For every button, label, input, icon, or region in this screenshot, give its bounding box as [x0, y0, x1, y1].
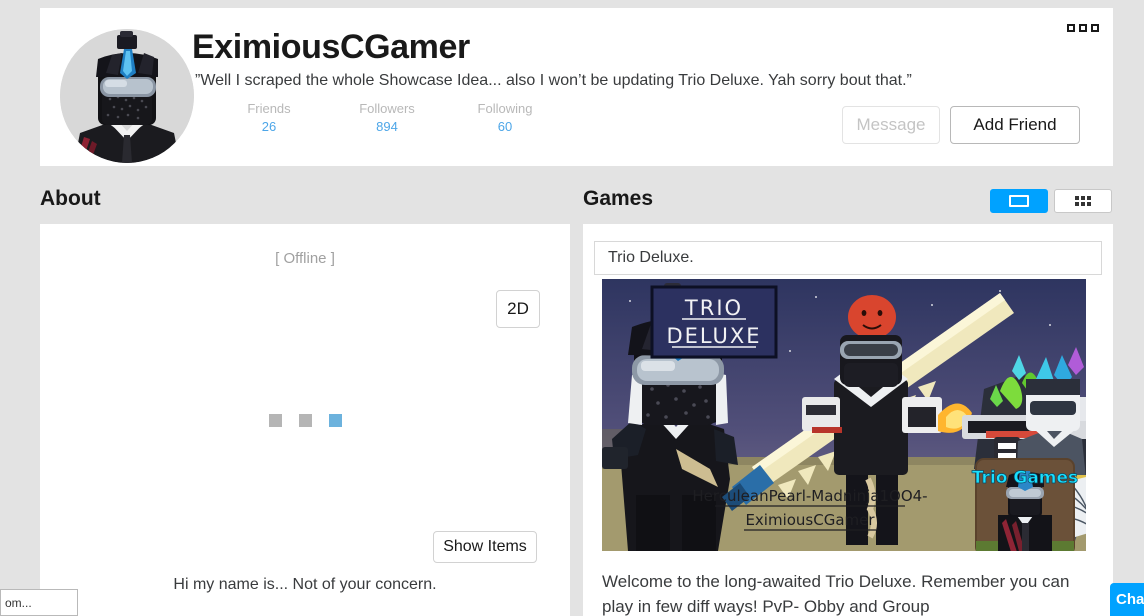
- thumb-title-line2: DELUXE: [666, 324, 761, 348]
- group-badge: Trio Games: [971, 458, 1079, 551]
- group-badge-label: Trio Games: [972, 468, 1078, 488]
- stat-friends-label: Friends: [247, 101, 291, 116]
- profile-header-panel: EximiousCGamer ”Well I scraped the whole…: [40, 8, 1113, 166]
- more-options-icon[interactable]: [1067, 24, 1099, 32]
- profile-blurb: ”Well I scraped the whole Showcase Idea.…: [195, 72, 912, 89]
- profile-action-buttons: Message Add Friend: [842, 106, 1080, 144]
- thumb-credits-line1: HerculeanPearl-Madninja1OO4-: [692, 487, 927, 505]
- profile-stats: Friends 26 Followers 894 Following 60: [210, 100, 564, 136]
- grid-view-button[interactable]: [1054, 189, 1112, 213]
- render-mode-2d-button[interactable]: 2D: [496, 290, 540, 328]
- stat-followers[interactable]: Followers 894: [328, 100, 446, 136]
- loader-dot-1: [268, 414, 282, 427]
- game-description: Welcome to the long-awaited Trio Deluxe.…: [602, 572, 1070, 616]
- show-items-button[interactable]: Show Items: [433, 531, 537, 563]
- stat-following-value: 60: [497, 119, 513, 134]
- thumb-title-line1: TRIO: [684, 296, 743, 320]
- stat-followers-label: Followers: [359, 101, 415, 116]
- loader-dot-2: [298, 414, 312, 427]
- status-badge: [ Offline ]: [275, 250, 335, 267]
- grid-icon: [1075, 196, 1091, 206]
- stat-friends-value: 26: [261, 119, 277, 134]
- about-section-heading: About: [40, 187, 101, 210]
- about-panel: [ Offline ] 2D Show Items Hi my name is.…: [40, 224, 570, 616]
- loader-dot-3: [328, 414, 342, 427]
- stat-friends[interactable]: Friends 26: [210, 100, 328, 136]
- game-thumbnail-image: TRIO DELUXE HerculeanPearl-Madninja1OO4-…: [602, 279, 1086, 551]
- games-section-heading: Games: [583, 187, 654, 210]
- stat-followers-value: 894: [376, 119, 398, 134]
- message-button[interactable]: Message: [842, 106, 940, 144]
- stat-following[interactable]: Following 60: [446, 100, 564, 136]
- about-description: Hi my name is... Not of your concern.: [173, 576, 437, 593]
- games-view-toggle: [990, 189, 1112, 213]
- roblox-profile-page: EximiousCGamer ”Well I scraped the whole…: [0, 0, 1144, 616]
- stat-following-label: Following: [477, 101, 533, 116]
- page-title: EximiousCGamer: [192, 28, 470, 66]
- carousel-icon: [1009, 195, 1029, 207]
- avatar[interactable]: [60, 29, 194, 163]
- more-options-square-1: [1067, 24, 1075, 32]
- game-thumbnail[interactable]: TRIO DELUXE HerculeanPearl-Madninja1OO4-…: [602, 279, 1086, 551]
- game-title-bar[interactable]: Trio Deluxe.: [594, 241, 1102, 275]
- avatar-image: [60, 29, 194, 163]
- more-options-square-2: [1079, 24, 1087, 32]
- thumb-credits-line2: EximiousCGamer: [745, 511, 875, 529]
- chat-button[interactable]: Chat: [1110, 583, 1144, 616]
- add-friend-button[interactable]: Add Friend: [950, 106, 1080, 144]
- more-options-square-3: [1091, 24, 1099, 32]
- avatar-loading-indicator: [40, 414, 570, 427]
- games-panel: Trio Deluxe. TRIO DELUXE HerculeanPearl-…: [583, 224, 1113, 616]
- carousel-view-button[interactable]: [990, 189, 1048, 213]
- download-item[interactable]: om...: [0, 589, 78, 616]
